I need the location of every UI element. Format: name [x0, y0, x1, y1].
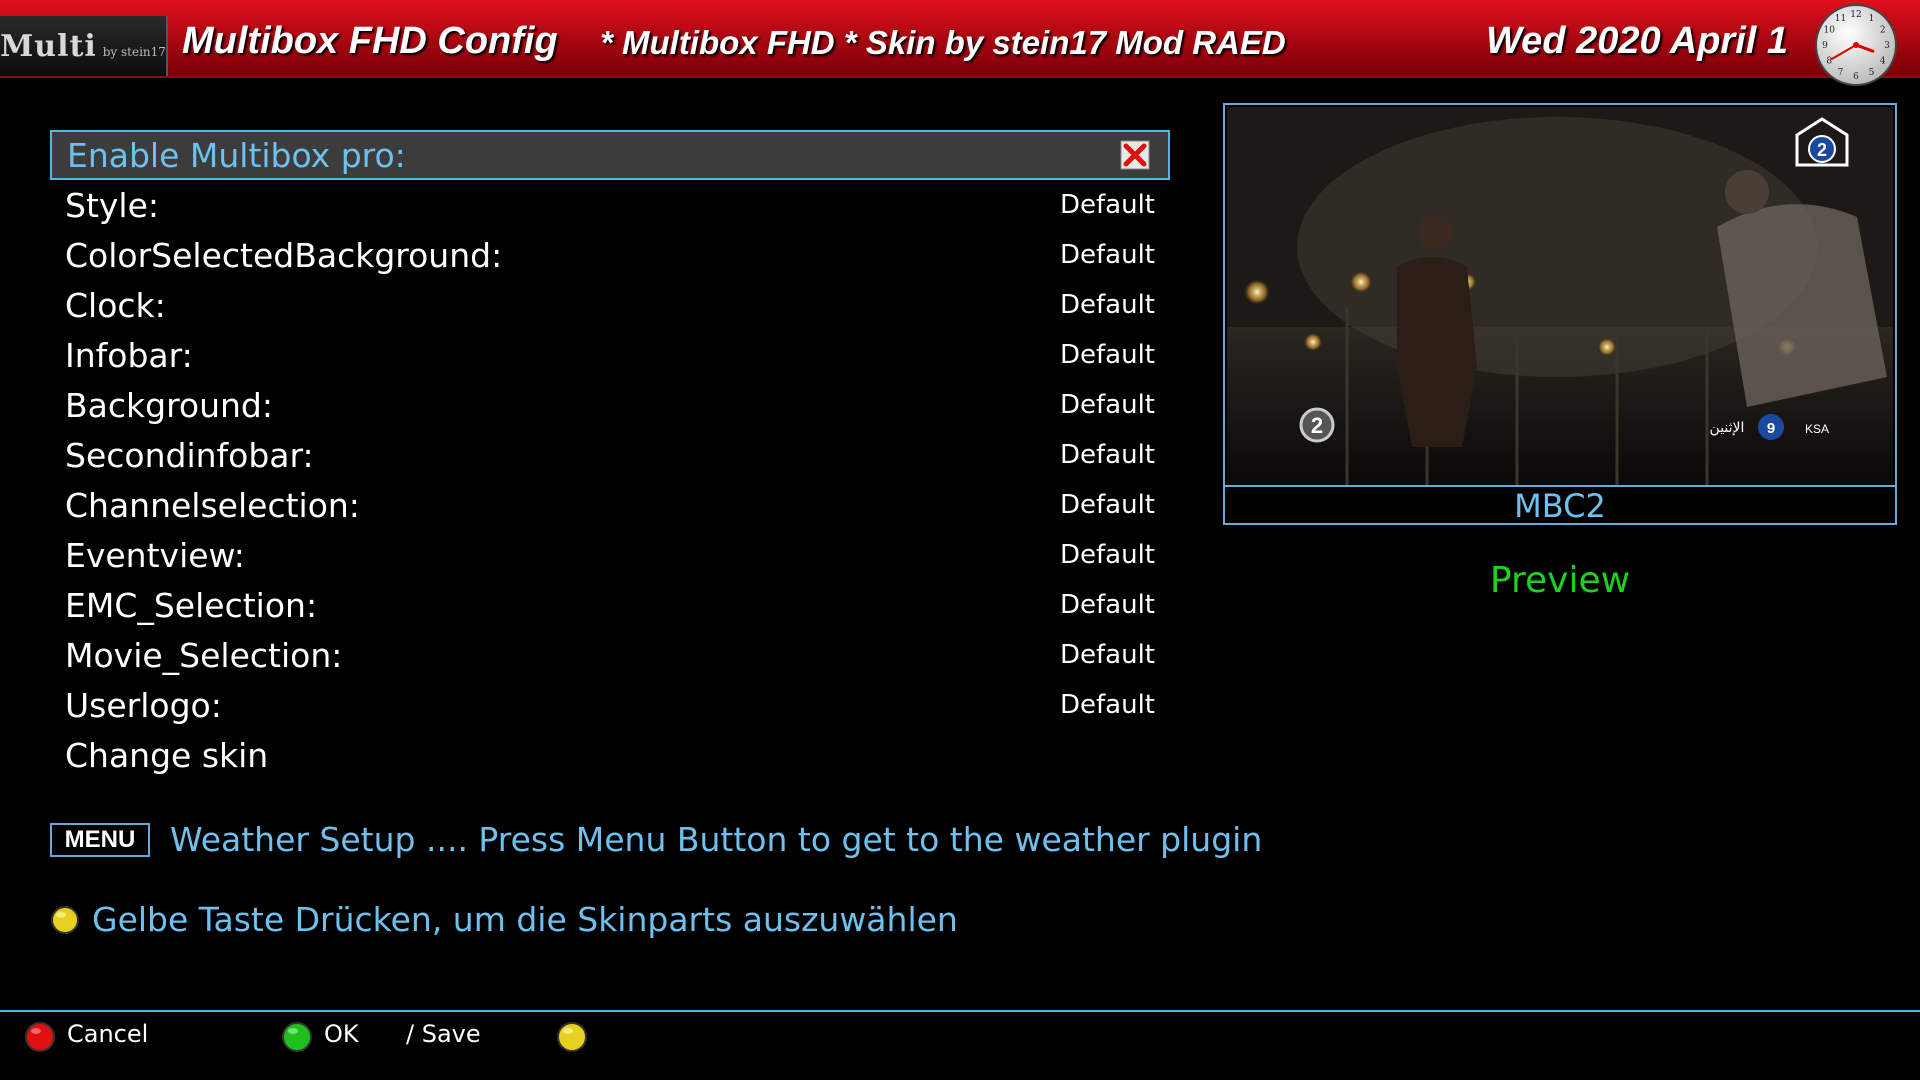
yellow-key-hint: Gelbe Taste Drücken, um die Skinparts au… [92, 900, 958, 939]
setting-label: Infobar: [65, 335, 193, 375]
clock-numeral: 9 [1822, 41, 1828, 51]
setting-label: Enable Multibox pro: [67, 135, 406, 175]
setting-label: Movie_Selection: [65, 635, 343, 675]
analog-clock-icon: 1234567891011 12 [1815, 4, 1897, 86]
preview-label: Preview [1489, 560, 1631, 601]
settings-row[interactable]: Userlogo: Default [50, 680, 1170, 730]
setting-label: Eventview: [65, 535, 245, 575]
logo-sub-text: by stein17 [102, 45, 166, 59]
title-bar: Multi by stein17 Multibox FHD Config * M… [0, 0, 1920, 86]
setting-value[interactable]: Default [1060, 540, 1155, 570]
menu-key-badge: MENU [50, 823, 150, 857]
settings-row[interactable]: Movie_Selection: Default [50, 630, 1170, 680]
footer-divider [0, 1010, 1920, 1012]
clock-numeral: 6 [1853, 72, 1859, 82]
setting-value[interactable]: Default [1060, 490, 1155, 520]
yellow-footer-button-icon[interactable] [556, 1021, 588, 1053]
setting-label: EMC_Selection: [65, 585, 318, 625]
clock-numeral: 10 [1823, 26, 1835, 36]
logo-main-text: Multi [0, 28, 97, 64]
setting-label: Change skin [65, 735, 269, 775]
settings-row[interactable]: EMC_Selection: Default [50, 580, 1170, 630]
channel-name: MBC2 [1514, 487, 1606, 525]
tv-scene-image: 2 2 الإثنين 9 KSA [1227, 107, 1893, 485]
clock-numeral: 3 [1884, 41, 1890, 51]
preview-panel: 2 2 الإثنين 9 KSA MBC2 [1223, 103, 1897, 525]
overlay-number: 9 [1767, 420, 1775, 437]
channel-watermark-number: 2 [1311, 413, 1323, 438]
yellow-button-icon [51, 906, 79, 934]
setting-label: Secondinfobar: [65, 435, 314, 475]
setting-label: Background: [65, 385, 273, 425]
settings-row[interactable]: Enable Multibox pro: [50, 130, 1170, 180]
clock-numeral: 2 [1880, 26, 1886, 36]
skin-credit: * Multibox FHD * Skin by stein17 Mod RAE… [600, 24, 1286, 61]
setting-value[interactable]: Default [1060, 190, 1155, 220]
setting-value[interactable]: Default [1060, 640, 1155, 670]
settings-row[interactable]: Background: Default [50, 380, 1170, 430]
setting-value[interactable]: Default [1060, 340, 1155, 370]
overlay-arabic-text: الإثنين [1710, 420, 1745, 436]
setting-label: Userlogo: [65, 685, 222, 725]
page-title: Multibox FHD Config [182, 20, 558, 62]
clock-numeral: 11 [1835, 14, 1846, 24]
setting-label: Style: [65, 185, 160, 225]
clock-numeral: 4 [1880, 57, 1886, 67]
settings-row[interactable]: Clock: Default [50, 280, 1170, 330]
setting-value[interactable]: Default [1060, 290, 1155, 320]
settings-row[interactable]: Channelselection: Default [50, 480, 1170, 530]
setting-value[interactable]: Default [1060, 390, 1155, 420]
settings-row[interactable]: Secondinfobar: Default [50, 430, 1170, 480]
date-display: Wed 2020 April 1 [1486, 20, 1789, 62]
setting-value[interactable]: Default [1060, 440, 1155, 470]
clock-numeral: 7 [1838, 68, 1844, 78]
cancel-button[interactable]: Cancel [67, 1020, 148, 1048]
weather-setup-hint: Weather Setup .... Press Menu Button to … [170, 820, 1263, 859]
channel-logo-number: 2 [1817, 140, 1827, 160]
setting-value[interactable]: Default [1060, 690, 1155, 720]
settings-row[interactable]: ColorSelectedBackground: Default [50, 230, 1170, 280]
overlay-region: KSA [1805, 422, 1829, 436]
skin-logo: Multi by stein17 [0, 16, 168, 76]
green-button-icon[interactable] [281, 1021, 313, 1053]
setting-value[interactable]: Default [1060, 240, 1155, 270]
settings-row[interactable]: Style: Default [50, 180, 1170, 230]
clock-numeral: 12 [1850, 10, 1861, 20]
setting-value[interactable]: Default [1060, 590, 1155, 620]
save-label: / Save [406, 1020, 481, 1048]
preview-video-frame: 2 2 الإثنين 9 KSA [1227, 107, 1893, 485]
red-button-icon[interactable] [24, 1021, 56, 1053]
setting-label: Clock: [65, 285, 166, 325]
ok-button[interactable]: OK [324, 1020, 359, 1048]
checkbox-x-icon[interactable] [1120, 140, 1150, 170]
clock-numeral: 1 [1869, 14, 1875, 24]
settings-row[interactable]: Infobar: Default [50, 330, 1170, 380]
settings-row[interactable]: Eventview: Default [50, 530, 1170, 580]
settings-list: Enable Multibox pro: Style: Default ColorSe… [50, 130, 1170, 780]
clock-numeral: 5 [1869, 68, 1875, 78]
settings-row[interactable]: Change skin [50, 730, 1170, 780]
clock-numeral: 8 [1826, 57, 1832, 67]
setting-label: ColorSelectedBackground: [65, 235, 503, 275]
setting-label: Channelselection: [65, 485, 360, 525]
